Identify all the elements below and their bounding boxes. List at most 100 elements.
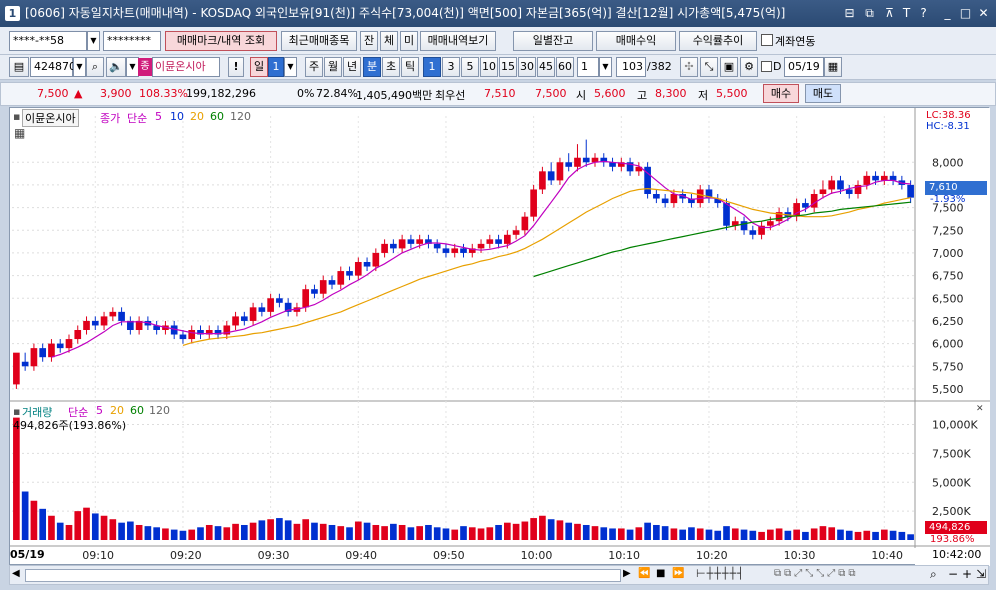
display-count-input[interactable]: 103 — [616, 57, 646, 77]
interval-custom-input[interactable]: 1 — [577, 57, 599, 77]
volume-bar — [162, 528, 169, 540]
play-back-icon[interactable]: ⏪ — [638, 568, 650, 579]
buy-button[interactable]: 매수 — [763, 84, 799, 103]
date-checkbox[interactable] — [761, 61, 772, 72]
trade-history-button[interactable]: 매매내역보기 — [420, 31, 496, 51]
account-link-checkbox[interactable] — [761, 34, 773, 46]
volume-bar — [477, 528, 485, 540]
panel-close-icon[interactable]: ✕ — [976, 404, 984, 414]
sell-button[interactable]: 매도 — [805, 84, 841, 103]
volume-bar — [617, 528, 625, 540]
search-icon[interactable]: ⌕ — [86, 57, 104, 77]
password-input[interactable]: ******** — [103, 31, 161, 51]
trade-profit-button[interactable]: 매매수익 — [596, 31, 676, 51]
volume-bar — [591, 526, 599, 540]
stock-code-input[interactable]: 424870 — [30, 57, 76, 77]
candle-body — [661, 198, 669, 204]
stop-icon[interactable]: ■ — [656, 568, 665, 579]
volume-bar — [39, 508, 47, 540]
save-icon[interactable]: ▣ — [720, 57, 738, 77]
time-tick-label: 09:50 — [433, 549, 465, 562]
scroll-right-icon[interactable]: ▶ — [623, 568, 631, 579]
stock-code-dropdown-icon[interactable]: ▼ — [73, 57, 86, 77]
sound-icon[interactable]: 🔈 — [106, 57, 126, 77]
candle-body — [802, 203, 809, 208]
interval-60-button[interactable]: 60 — [556, 57, 574, 77]
scroll-left-icon[interactable]: ◀ — [12, 568, 20, 579]
period-year-button[interactable]: 년 — [343, 57, 361, 77]
volume-bar — [337, 526, 345, 540]
price-tick-label: 7,250 — [932, 224, 964, 237]
interval-3-button[interactable]: 3 — [442, 57, 460, 77]
calendar-icon[interactable]: ▦ — [824, 57, 842, 77]
recent-trades-button[interactable]: 최근매매종목 — [281, 31, 357, 51]
period-second-button[interactable]: 초 — [382, 57, 400, 77]
volume-info: 494,826주(193.86%) — [13, 419, 127, 432]
legend-ma5: 5 — [155, 110, 162, 123]
chart-area[interactable]: 8,0007,7507,5007,2507,0006,7506,5006,250… — [9, 107, 990, 566]
daily-balance-button[interactable]: 일별잔고 — [513, 31, 593, 51]
interval-dropdown-icon[interactable]: ▼ — [599, 57, 612, 77]
volume-bar — [512, 523, 520, 540]
vol-legend-ma60: 60 — [130, 404, 144, 417]
crosshair-icon[interactable]: ✣ — [680, 57, 698, 77]
help-icon[interactable]: ? — [916, 6, 931, 21]
measure-icon[interactable]: ⤡ — [700, 57, 718, 77]
zoom-slider[interactable]: ⊢┼┼┼┼┤ — [696, 567, 745, 580]
period-month-button[interactable]: 월 — [324, 57, 342, 77]
unfilled-button[interactable]: 미 — [400, 31, 418, 51]
trade-mark-query-button[interactable]: 매매마크/내역 조회 — [165, 31, 277, 51]
interval-30-button[interactable]: 30 — [518, 57, 536, 77]
volume-bar — [30, 500, 38, 540]
candle-body — [56, 343, 64, 349]
account-dropdown-icon[interactable]: ▼ — [87, 31, 100, 51]
legend-stock-name[interactable]: 이뮨온시아 — [22, 109, 79, 127]
stock-name-field[interactable]: 이뮨온시아 — [152, 57, 220, 77]
executed-button[interactable]: 체 — [380, 31, 398, 51]
fit-icon[interactable]: ⇲ — [976, 567, 986, 581]
alert-button[interactable]: ! — [228, 57, 244, 77]
interval-15-button[interactable]: 15 — [499, 57, 517, 77]
drawing-tools-icon[interactable]: ⧉⧉⤢⤡⤡⤢⧉⧉ — [774, 568, 859, 579]
profit-trend-button[interactable]: 수익률추이 — [679, 31, 757, 51]
minimize-icon[interactable]: _ — [940, 6, 955, 21]
chart-scrollbar[interactable]: ◀ ▶ ⏪ ■ ⏩ ⊢┼┼┼┼┤ ⧉⧉⤢⤡⤡⤢⧉⧉ ⌕ − + ⇲ — [9, 565, 989, 585]
gear-icon[interactable]: ⚙ — [740, 57, 758, 77]
scroll-thumb[interactable] — [25, 569, 621, 582]
minimize-group-icon[interactable]: ⊟ — [842, 6, 857, 21]
period-tick-button[interactable]: 틱 — [401, 57, 419, 77]
volume-bar — [793, 529, 800, 540]
grid-toggle-icon[interactable]: ▦ — [14, 126, 25, 140]
date-input[interactable]: 05/19 — [784, 57, 824, 77]
zoom-in-icon[interactable]: ⌕ — [930, 567, 937, 582]
pin-icon[interactable]: ⊼ — [882, 6, 897, 21]
candle-body — [188, 330, 196, 340]
candle-body — [504, 234, 511, 244]
period-dropdown-icon[interactable]: ▼ — [284, 57, 297, 77]
play-forward-icon[interactable]: ⏩ — [672, 568, 684, 579]
restore-all-icon[interactable]: ⧉ — [862, 6, 877, 21]
volume-bar — [731, 528, 739, 540]
period-week-button[interactable]: 주 — [305, 57, 323, 77]
volume-bar — [854, 531, 862, 540]
zoom-plus-icon[interactable]: + — [962, 567, 972, 581]
chart-settings-icon[interactable]: ▤ — [9, 57, 29, 77]
balance-button[interactable]: 잔 — [360, 31, 378, 51]
zoom-minus-icon[interactable]: − — [948, 567, 958, 581]
font-icon[interactable]: T — [899, 6, 914, 21]
interval-10-button[interactable]: 10 — [480, 57, 498, 77]
chart-svg[interactable]: 8,0007,7507,5007,2507,0006,7506,5006,250… — [10, 108, 990, 566]
candle-body — [442, 248, 450, 253]
legend-ma60: 60 — [210, 110, 224, 123]
volume-bar — [679, 529, 687, 540]
period-minute-button[interactable]: 분 — [363, 57, 381, 77]
period-day-button[interactable]: 일 — [250, 57, 268, 77]
period-count-field[interactable]: 1 — [268, 57, 284, 77]
close-icon[interactable]: ✕ — [976, 6, 991, 21]
account-input[interactable]: ****-**58 — [9, 31, 87, 51]
volume-bar — [179, 530, 187, 540]
maximize-icon[interactable]: □ — [958, 6, 973, 21]
interval-45-button[interactable]: 45 — [537, 57, 555, 77]
interval-5-button[interactable]: 5 — [461, 57, 479, 77]
interval-1-button[interactable]: 1 — [423, 57, 441, 77]
